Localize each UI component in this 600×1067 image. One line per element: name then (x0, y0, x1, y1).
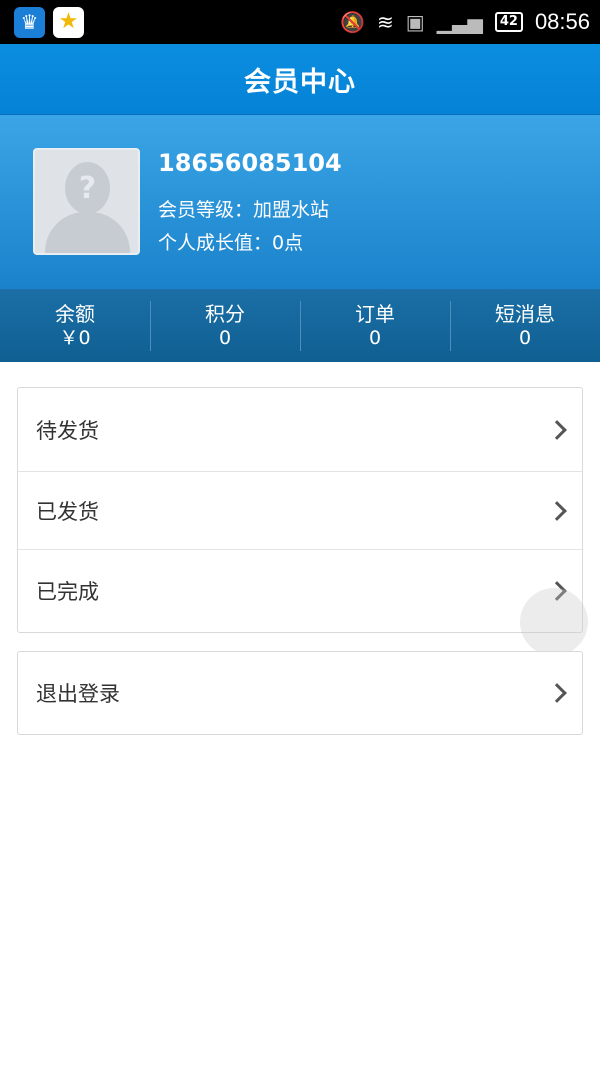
stat-balance[interactable]: 余额 ￥0 (0, 289, 150, 362)
orders-card: 待发货 已发货 已完成 (17, 387, 583, 633)
order-row-pending-shipment[interactable]: 待发货 (18, 388, 582, 472)
stats-bar: 余额 ￥0 积分 0 订单 0 短消息 0 (0, 289, 600, 362)
touch-ripple (520, 588, 588, 656)
order-row-shipped[interactable]: 已发货 (18, 472, 582, 550)
order-row-completed[interactable]: 已完成 (18, 550, 582, 632)
stat-value: ￥0 (59, 326, 91, 349)
row-label: 已发货 (36, 499, 99, 524)
stat-messages[interactable]: 短消息 0 (450, 289, 600, 362)
avatar-question-icon: ? (78, 170, 97, 206)
status-bar-right: 🔕 ≋ ▣ ▁▃▅ 42 08:56 (340, 9, 590, 35)
status-bar-left: ♛ ★ (14, 6, 84, 38)
growth-value: 个人成长值：0点 (158, 232, 304, 254)
mute-icon: 🔕 (340, 10, 366, 34)
star-app-icon: ★ (53, 6, 84, 38)
page-title: 会员中心 (244, 66, 356, 98)
avatar[interactable]: ? (33, 148, 140, 255)
chevron-right-icon (547, 500, 567, 521)
row-label: 退出登录 (36, 682, 120, 706)
stat-label: 积分 (205, 301, 245, 326)
title-bar: 会员中心 (0, 44, 600, 115)
crown-app-icon: ♛ (14, 6, 45, 38)
stat-label: 余额 (55, 301, 95, 326)
stat-label: 订单 (355, 301, 395, 326)
sim-icon: ▣ (405, 10, 425, 34)
stat-value: 0 (218, 326, 232, 349)
chevron-right-icon (547, 419, 567, 440)
profile-header: ? 18656085104 会员等级：加盟水站 个人成长值：0点 (0, 115, 600, 289)
row-label: 待发货 (36, 418, 99, 443)
user-phone: 18656085104 (158, 149, 342, 177)
avatar-head-shape: ? (65, 162, 110, 214)
logout-card: 退出登录 (17, 651, 583, 735)
stat-value: 0 (518, 326, 532, 349)
status-bar: ♛ ★ 🔕 ≋ ▣ ▁▃▅ 42 08:56 (0, 0, 600, 44)
stat-points[interactable]: 积分 0 (150, 289, 300, 362)
logout-button[interactable]: 退出登录 (18, 652, 582, 734)
battery-icon: 42 (494, 12, 523, 32)
chevron-right-icon (547, 683, 567, 703)
wifi-icon: ≋ (377, 10, 394, 34)
row-label: 已完成 (36, 580, 99, 604)
clock: 08:56 (534, 9, 590, 34)
avatar-body-shape (45, 212, 130, 253)
stat-value: 0 (368, 326, 382, 349)
stat-label: 短消息 (495, 301, 555, 326)
signal-icon: ▁▃▅ (436, 10, 483, 34)
member-level: 会员等级：加盟水站 (158, 199, 330, 221)
stat-orders[interactable]: 订单 0 (300, 289, 450, 362)
